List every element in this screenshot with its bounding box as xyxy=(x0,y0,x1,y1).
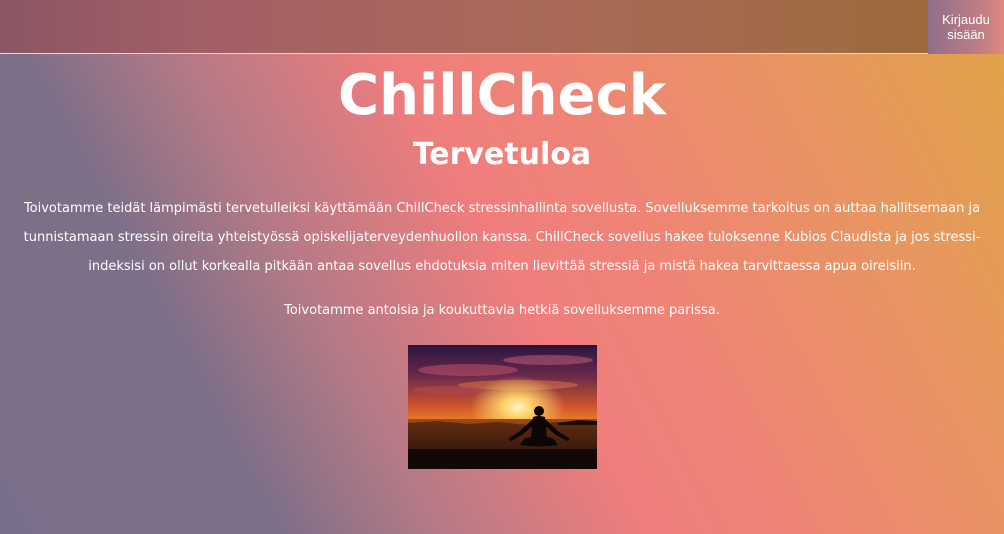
closing-paragraph: Toivotamme antoisia ja koukuttavia hetki… xyxy=(284,303,720,318)
main-content: ChillCheck Tervetuloa Toivotamme teidät … xyxy=(0,56,1004,469)
top-navigation-bar: Kirjaudu sisään xyxy=(0,0,1004,54)
login-button[interactable]: Kirjaudu sisään xyxy=(928,0,1004,54)
site-title: ChillCheck xyxy=(338,63,666,128)
welcome-heading: Tervetuloa xyxy=(412,137,592,172)
login-button-label-line2: sisään xyxy=(947,27,985,42)
intro-paragraph: Toivotamme teidät lämpimästi tervetullei… xyxy=(23,201,981,274)
login-button-label-line1: Kirjaudu xyxy=(942,12,990,27)
meditation-sunset-image xyxy=(407,345,597,469)
